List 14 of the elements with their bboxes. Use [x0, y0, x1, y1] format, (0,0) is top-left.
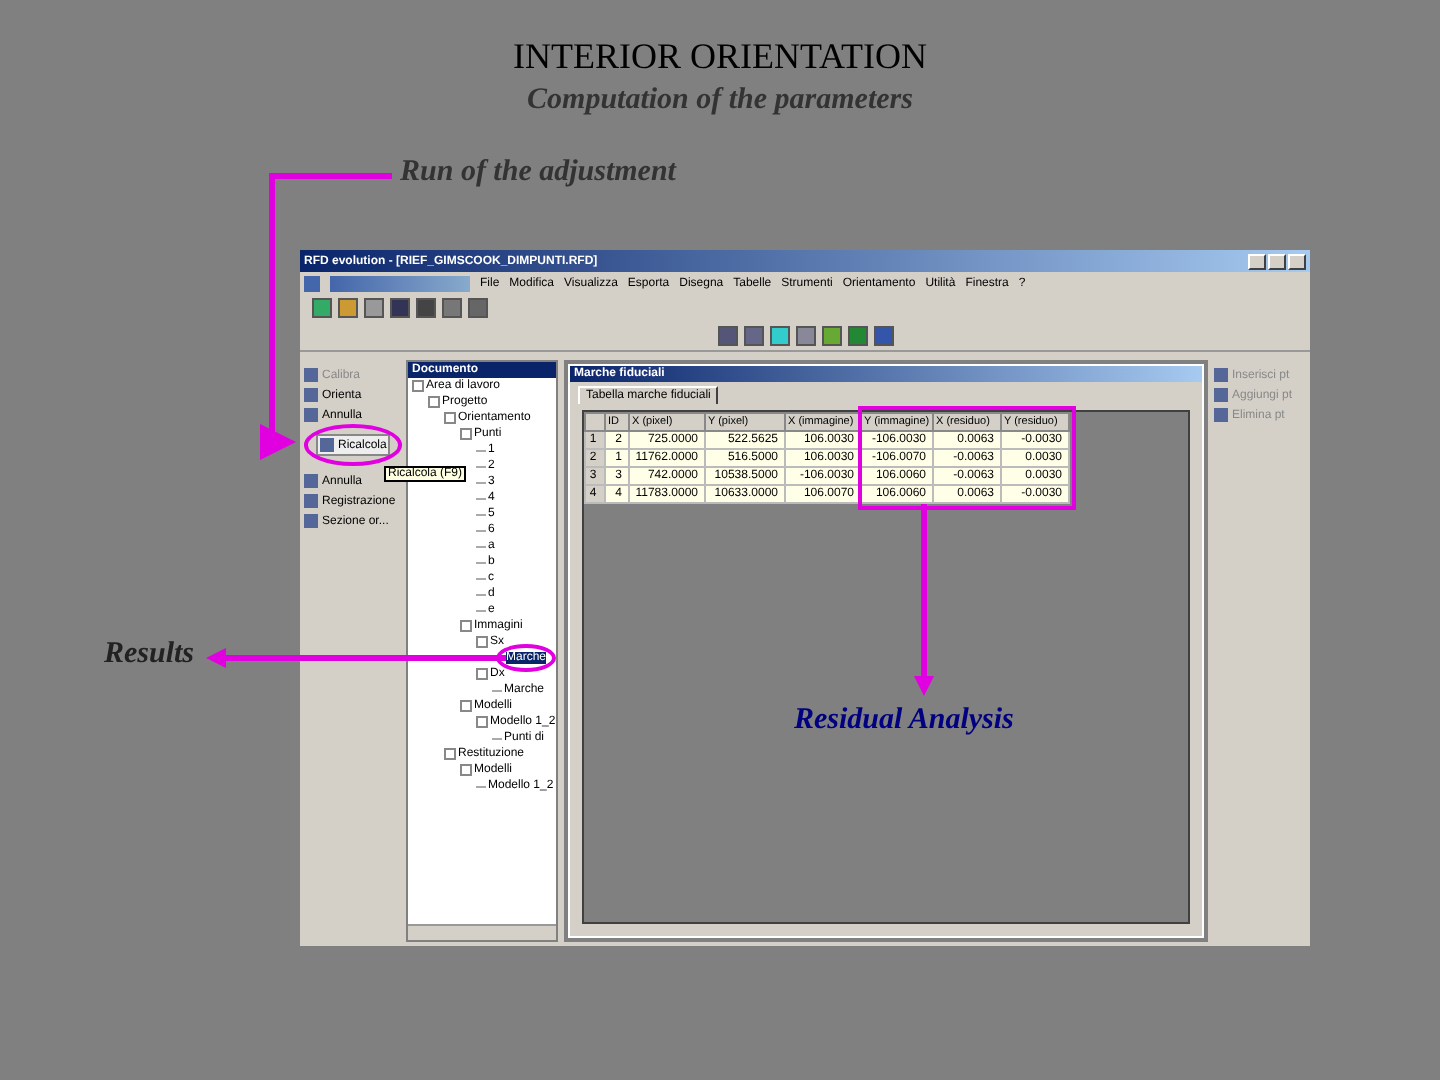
app-icon: [304, 275, 320, 291]
scrollbar[interactable]: [408, 924, 556, 940]
maximize-button[interactable]: [1268, 253, 1286, 269]
minimize-button[interactable]: [1248, 253, 1266, 269]
close-button[interactable]: [1288, 253, 1306, 269]
slide-title: INTERIOR ORIENTATION: [510, 36, 930, 78]
callout-label: Results: [104, 638, 195, 672]
highlight-circle: [304, 424, 403, 466]
callout-label: Residual Analysis: [794, 704, 1014, 738]
tab-strip: [330, 275, 470, 291]
callout-label: Run of the adjustment: [400, 156, 676, 190]
collapse-icon[interactable]: [476, 668, 488, 680]
command-icon: [320, 438, 334, 452]
slide-subtitle: Computation of the parameters: [525, 84, 915, 118]
